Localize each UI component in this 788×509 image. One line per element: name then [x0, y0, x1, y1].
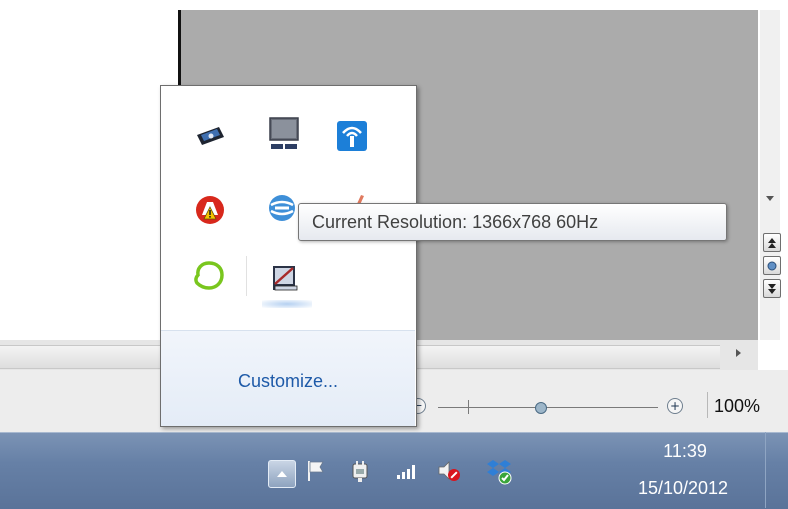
action-center-flag-icon[interactable] [302, 456, 330, 486]
power-plug-icon[interactable] [347, 456, 375, 486]
scroll-right-arrow-icon[interactable] [736, 349, 741, 357]
show-desktop-divider [765, 432, 766, 508]
status-bar-divider [707, 392, 708, 418]
double-down-arrow-icon [768, 283, 776, 294]
zoom-level-label[interactable]: 100% [714, 396, 760, 417]
wireless-network-icon[interactable] [334, 118, 370, 154]
customize-link[interactable]: Customize... [161, 371, 415, 392]
display-monitor-icon[interactable] [266, 116, 302, 152]
usb-drive-icon[interactable] [192, 118, 228, 154]
popup-icon-divider [246, 256, 247, 296]
clock-time[interactable]: 11:39 [640, 441, 730, 462]
volume-muted-icon[interactable] [435, 456, 463, 486]
clock-date[interactable]: 15/10/2012 [608, 478, 758, 499]
zoom-slider-track[interactable] [438, 407, 658, 408]
zoom-slider-center-tick [468, 400, 469, 414]
show-hidden-icons-button[interactable] [268, 460, 296, 488]
scroll-down-arrow-icon[interactable] [766, 196, 774, 201]
network-globe-icon[interactable] [264, 190, 300, 226]
tooltip-text: Current Resolution: 1366x768 60Hz [312, 212, 599, 232]
double-up-arrow-icon [768, 237, 776, 248]
select-browse-object-button[interactable] [763, 256, 781, 275]
dropbox-synced-icon[interactable] [485, 456, 513, 486]
display-settings-icon[interactable] [268, 262, 304, 298]
security-warning-icon[interactable] [192, 192, 228, 228]
browse-object-icon [767, 261, 777, 270]
previous-page-button[interactable] [763, 233, 781, 252]
zoom-in-button[interactable]: + [667, 398, 683, 414]
chat-app-icon[interactable] [191, 258, 227, 294]
hover-highlight [262, 300, 312, 308]
window-edge [178, 10, 181, 85]
chevron-up-icon [277, 471, 287, 477]
signal-strength-icon[interactable] [393, 456, 421, 486]
next-page-button[interactable] [763, 279, 781, 298]
